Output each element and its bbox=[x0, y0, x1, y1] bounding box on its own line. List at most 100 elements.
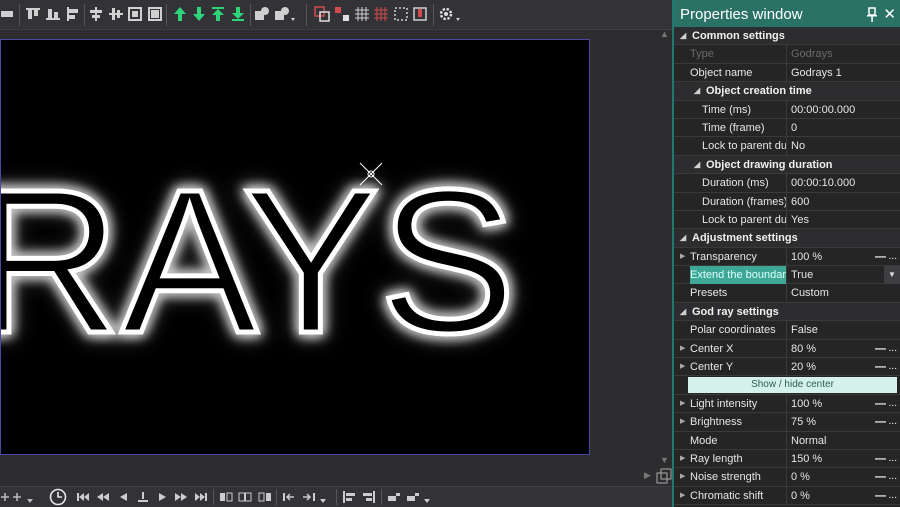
property-value[interactable]: 80 % —... bbox=[788, 340, 900, 358]
property-row[interactable]: Polar coordinates False bbox=[674, 321, 900, 340]
slider-icon[interactable]: — bbox=[875, 248, 886, 266]
move-to-top-icon[interactable] bbox=[210, 6, 226, 22]
split-icon[interactable] bbox=[219, 490, 233, 504]
property-row[interactable]: ▶ Center Y 20 % —... bbox=[674, 358, 900, 377]
property-row[interactable]: Mode Normal bbox=[674, 431, 900, 450]
crop-icon[interactable] bbox=[393, 6, 409, 22]
property-row[interactable]: Object name Godrays 1 bbox=[674, 63, 900, 83]
property-value[interactable]: 20 % —... bbox=[788, 358, 900, 376]
collapse-icon[interactable]: ◢ bbox=[680, 27, 686, 45]
property-row[interactable]: Lock to parent du No bbox=[674, 137, 900, 156]
slider-icon[interactable]: — bbox=[875, 340, 886, 358]
center-vertical-icon[interactable] bbox=[108, 6, 124, 22]
property-row[interactable]: ▶ Transparency 100 % —... bbox=[674, 247, 900, 267]
slider-icon[interactable]: — bbox=[875, 468, 886, 486]
property-row[interactable]: ▶ Light intensity 100 % —... bbox=[674, 394, 900, 414]
slider-icon[interactable]: — bbox=[875, 395, 886, 413]
chevron-down-icon[interactable]: ▼ bbox=[884, 266, 900, 285]
property-row[interactable]: ▶ Ray length 150 % —... bbox=[674, 449, 900, 469]
expand-icon[interactable]: ▶ bbox=[680, 450, 685, 468]
expand-icon[interactable]: ▶ bbox=[680, 413, 685, 431]
more-icon[interactable]: ... bbox=[889, 248, 897, 266]
scroll-right-icon[interactable]: ▶ bbox=[644, 471, 651, 480]
expand-icon[interactable]: ▶ bbox=[680, 340, 685, 358]
collapse-icon[interactable]: ◢ bbox=[694, 82, 700, 100]
expand-icon[interactable]: ▶ bbox=[680, 487, 685, 505]
property-value[interactable]: 0 bbox=[788, 119, 900, 137]
property-value[interactable]: No bbox=[788, 137, 900, 155]
close-icon[interactable]: ✕ bbox=[883, 0, 896, 30]
property-value[interactable]: 0 % —... bbox=[788, 468, 900, 486]
property-value[interactable]: Godrays 1 bbox=[788, 64, 900, 82]
grid-icon[interactable] bbox=[354, 6, 370, 22]
scroll-down-icon[interactable]: ▼ bbox=[660, 456, 669, 465]
vertical-scrollbar[interactable]: ▲ ▼ bbox=[656, 30, 672, 468]
category-row[interactable]: ◢ Adjustment settings bbox=[674, 229, 900, 248]
property-row[interactable]: Duration (frames) 600 bbox=[674, 192, 900, 211]
collapse-icon[interactable]: ◢ bbox=[680, 229, 686, 247]
align-left-icon[interactable] bbox=[342, 490, 356, 504]
marker-icon[interactable] bbox=[412, 6, 428, 22]
property-value[interactable]: Yes bbox=[788, 211, 900, 229]
split-3-icon[interactable] bbox=[258, 490, 272, 504]
more-icon[interactable]: ... bbox=[889, 358, 897, 376]
skip-start-icon[interactable] bbox=[76, 490, 90, 504]
more-icon[interactable]: ... bbox=[889, 468, 897, 486]
align-top-icon[interactable] bbox=[25, 6, 41, 22]
property-value[interactable]: Normal bbox=[788, 432, 900, 450]
property-value[interactable]: 150 % —... bbox=[788, 450, 900, 468]
slider-icon[interactable]: — bbox=[875, 413, 886, 431]
property-row[interactable]: ▶ Brightness 75 % —... bbox=[674, 413, 900, 432]
skip-end-icon[interactable] bbox=[194, 490, 208, 504]
more-icon[interactable]: ... bbox=[889, 487, 897, 505]
align-left-icon[interactable] bbox=[65, 6, 81, 22]
split-2-icon[interactable] bbox=[238, 490, 252, 504]
go-end-icon[interactable] bbox=[302, 490, 330, 504]
fast-forward-icon[interactable] bbox=[174, 490, 188, 504]
property-row[interactable]: ▶ Center X 80 % —... bbox=[674, 339, 900, 359]
property-row[interactable]: Type Godrays bbox=[674, 45, 900, 64]
more-icon[interactable]: ... bbox=[889, 413, 897, 431]
expand-icon[interactable]: ▶ bbox=[680, 358, 685, 376]
move-up-icon[interactable] bbox=[172, 6, 188, 22]
category-row[interactable]: ◢ Object creation time bbox=[674, 82, 900, 101]
slider-icon[interactable]: — bbox=[875, 487, 886, 505]
property-row[interactable]: Lock to parent du Yes bbox=[674, 210, 900, 230]
scroll-up-icon[interactable]: ▲ bbox=[660, 30, 669, 39]
play-icon[interactable] bbox=[155, 490, 169, 504]
collapse-icon[interactable]: ◢ bbox=[694, 156, 700, 174]
align-icon[interactable] bbox=[0, 6, 16, 22]
horizontal-scrollbar[interactable]: ▶ bbox=[0, 468, 656, 484]
move-to-bottom-icon[interactable] bbox=[230, 6, 246, 22]
align-right-icon[interactable] bbox=[362, 490, 376, 504]
rewind-icon[interactable] bbox=[96, 490, 110, 504]
property-value[interactable]: 00:00:00.000 bbox=[788, 101, 900, 119]
property-value[interactable]: 0 % —... bbox=[788, 487, 900, 505]
more-icon[interactable]: ... bbox=[889, 340, 897, 358]
show-hide-center-button[interactable]: Show / hide center bbox=[688, 377, 897, 394]
settings-icon[interactable] bbox=[438, 6, 460, 22]
snap-right-icon[interactable] bbox=[406, 490, 434, 504]
property-row[interactable]: Time (ms) 00:00:00.000 bbox=[674, 100, 900, 119]
property-value[interactable]: Custom bbox=[788, 284, 900, 302]
property-value[interactable]: 600 bbox=[788, 193, 900, 211]
property-value[interactable]: True ▼ bbox=[788, 266, 900, 285]
preview-stage[interactable]: RAYS RAYS bbox=[0, 39, 590, 455]
expand-icon[interactable]: ▶ bbox=[680, 468, 685, 486]
property-row[interactable]: Presets Custom bbox=[674, 284, 900, 303]
align-bottom-icon[interactable] bbox=[45, 6, 61, 22]
expand-icon[interactable]: ▶ bbox=[680, 248, 685, 266]
property-row[interactable]: Duration (ms) 00:00:10.000 bbox=[674, 174, 900, 193]
stop-icon[interactable] bbox=[136, 490, 150, 504]
select-all-icon[interactable] bbox=[314, 6, 330, 22]
clock-icon[interactable] bbox=[49, 488, 67, 506]
category-row[interactable]: ◢ Common settings bbox=[674, 27, 900, 46]
slider-icon[interactable]: — bbox=[875, 450, 886, 468]
fit-icon[interactable] bbox=[127, 6, 143, 22]
center-horizontal-icon[interactable] bbox=[88, 6, 104, 22]
property-value[interactable]: 00:00:10.000 bbox=[788, 174, 900, 192]
step-back-icon[interactable] bbox=[116, 490, 130, 504]
pin-icon[interactable] bbox=[866, 7, 878, 23]
category-row[interactable]: ◢ God ray settings bbox=[674, 302, 900, 322]
property-row[interactable]: Time (frame) 0 bbox=[674, 118, 900, 138]
